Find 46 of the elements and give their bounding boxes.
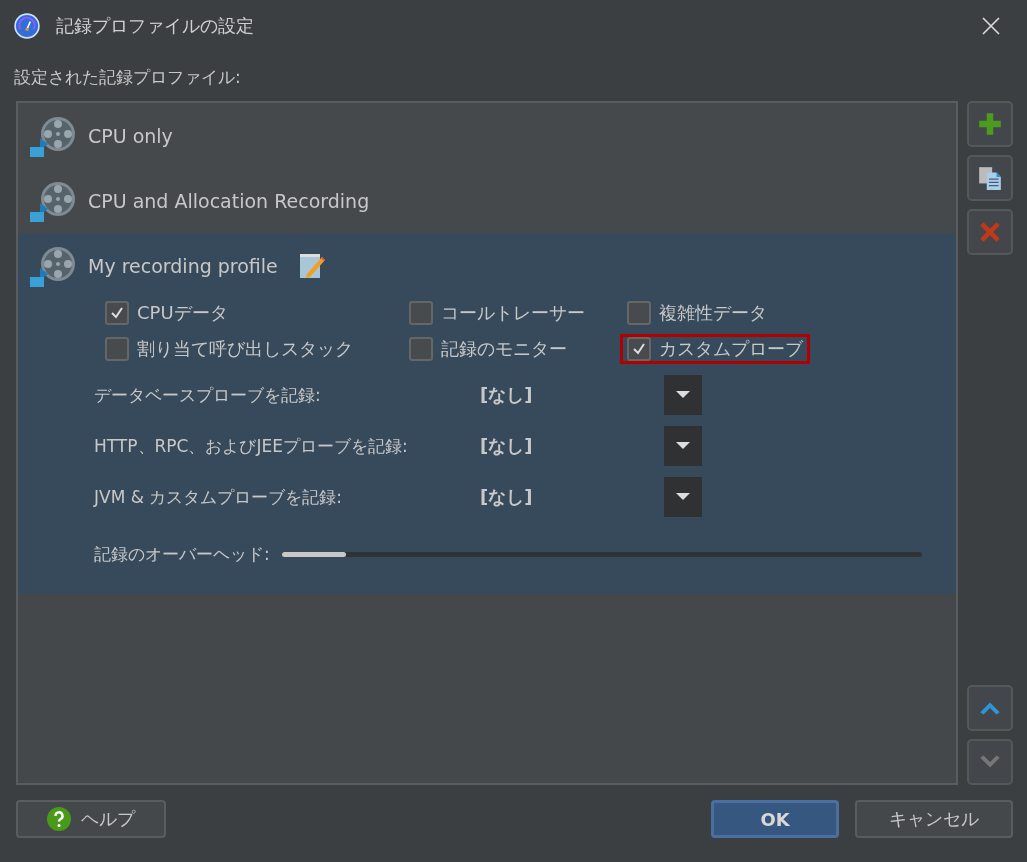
caret-icon: [676, 391, 690, 399]
dropdown-button[interactable]: [664, 375, 702, 415]
notepad-pencil-icon[interactable]: [297, 251, 326, 280]
close-icon[interactable]: [981, 16, 1001, 36]
help-button[interactable]: ヘルプ: [16, 800, 166, 838]
checkbox[interactable]: [627, 337, 651, 361]
checkbox[interactable]: [105, 337, 129, 361]
checkbox-label: 割り当て呼び出しスタック: [137, 337, 353, 361]
dropdown-button[interactable]: [664, 426, 702, 466]
profile-name: CPU only: [88, 124, 173, 147]
checkbox-label: 複雑性データ: [659, 301, 767, 325]
checkmark-icon: [109, 305, 125, 321]
dropdown-label: データベースプローブを記録:: [94, 383, 322, 407]
gauge-icon: [14, 13, 40, 39]
list-label: 設定された記録プロファイル:: [13, 66, 242, 89]
dropdown-label: JVM & カスタムプローブを記録:: [94, 485, 344, 509]
checkbox[interactable]: [409, 301, 433, 325]
profile-item[interactable]: My recording profile CPUデータ コールトレーサー 複雑性データ 割り当て呼び出しスタック 記録のモニター カスタムプローブ データベースプローブを記録: [なし] HTTP、RPC、およびJEEプローブを記録: [なし] JVM & カスタムプローブを記録: [なし] 記録のオーバーヘッド:: [18, 233, 956, 594]
checkbox[interactable]: [105, 301, 129, 325]
move-up-button[interactable]: [967, 685, 1013, 731]
profile-name: My recording profile: [88, 254, 278, 277]
dropdown-value: [なし]: [480, 434, 534, 458]
checkbox-label: CPUデータ: [137, 301, 228, 325]
checkbox-label: 記録のモニター: [441, 337, 567, 361]
cancel-button[interactable]: キャンセル: [855, 800, 1013, 838]
overhead-label: 記録のオーバーヘッド:: [94, 543, 270, 566]
plus-icon: [977, 111, 1003, 137]
checkbox-label: カスタムプローブ: [659, 337, 803, 361]
dropdown-label: HTTP、RPC、およびJEEプローブを記録:: [94, 434, 409, 458]
close-icon: [977, 219, 1003, 245]
window-title: 記録プロファイルの設定: [56, 14, 255, 38]
profile-name: CPU and Allocation Recording: [88, 189, 370, 212]
caret-icon: [676, 493, 690, 501]
add-button[interactable]: [967, 101, 1013, 147]
question-icon: [47, 807, 71, 831]
caret-icon: [676, 442, 690, 450]
checkbox[interactable]: [627, 301, 651, 325]
dropdown-value: [なし]: [480, 485, 534, 509]
dropdown-value: [なし]: [480, 383, 534, 407]
dropdown-button[interactable]: [664, 477, 702, 517]
copy-icon: [977, 165, 1003, 191]
checkbox-label: コールトレーサー: [441, 301, 585, 325]
ok-button[interactable]: OK: [711, 800, 839, 838]
checkbox[interactable]: [409, 337, 433, 361]
copy-button[interactable]: [967, 155, 1013, 201]
checkmark-icon: [631, 341, 647, 357]
